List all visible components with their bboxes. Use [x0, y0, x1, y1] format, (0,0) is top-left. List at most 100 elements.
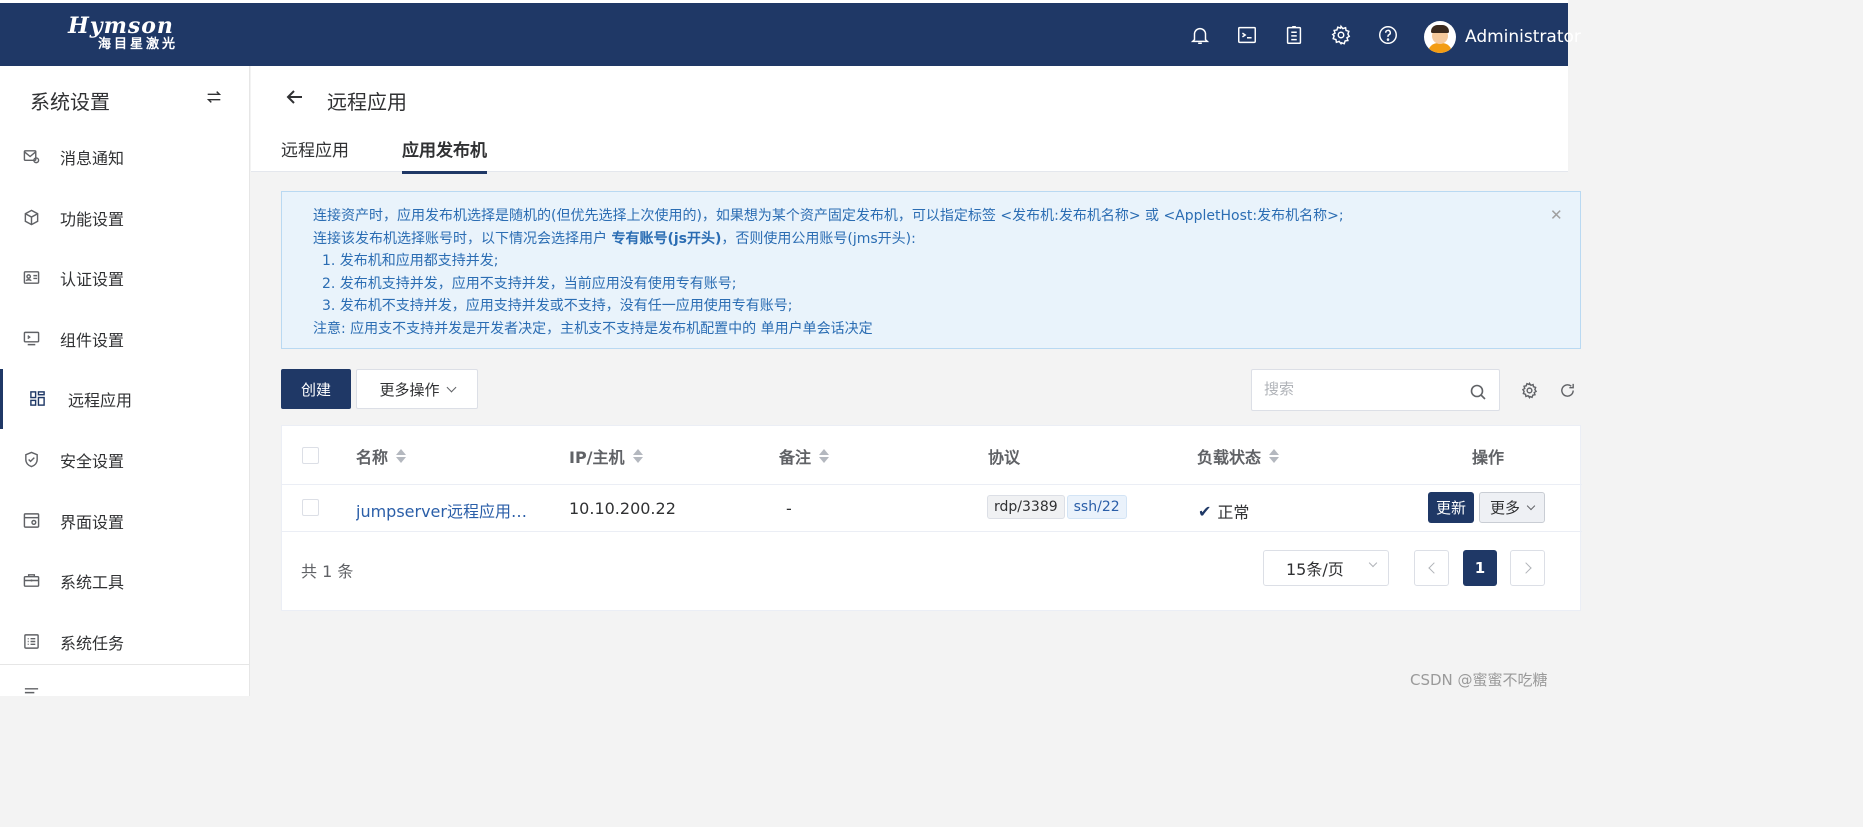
- id-card-icon: [23, 269, 41, 287]
- brand-subtitle: 海目星激光: [98, 37, 179, 52]
- cube-icon: [23, 209, 41, 227]
- sidebar-item-interface[interactable]: 界面设置: [0, 491, 250, 551]
- row-more-button[interactable]: 更多: [1479, 492, 1545, 523]
- chevron-down-icon: [1368, 558, 1378, 568]
- brand-name: Hymson: [68, 13, 174, 39]
- page-title: 远程应用: [327, 90, 407, 114]
- top-navbar: Hymson 海目星激光 Administrator: [0, 0, 1581, 66]
- alert-line-1: 连接资产时，应用发布机选择是随机的(但优先选择上次使用的)，如果想为某个资产固定…: [313, 208, 1344, 224]
- host-ip: 10.10.200.22: [569, 499, 676, 518]
- top-icon-group: [1188, 23, 1400, 47]
- clipboard-list-icon[interactable]: [1282, 23, 1306, 47]
- sidebar-item-tasks[interactable]: 系统任务: [0, 612, 250, 672]
- task-list-icon: [23, 633, 41, 651]
- avatar: [1424, 21, 1456, 53]
- back-arrow-icon[interactable]: [285, 87, 307, 109]
- user-name: Administrator: [1465, 27, 1581, 47]
- sidebar-item-label: 系统任务: [60, 634, 125, 653]
- search-icon[interactable]: [1470, 384, 1486, 400]
- watermark: CSDN @蜜蜜不吃糖: [1410, 671, 1548, 689]
- page-header: 远程应用 远程应用 应用发布机: [251, 66, 1568, 174]
- chevron-down-icon: [446, 382, 456, 392]
- column-header-actions: 操作: [1472, 448, 1505, 467]
- sidebar-item-label: 功能设置: [60, 210, 125, 229]
- table-settings-gear-icon[interactable]: [1521, 381, 1539, 400]
- sidebar-item-label: 远程应用: [68, 391, 133, 410]
- sidebar-item-security[interactable]: 安全设置: [0, 430, 250, 490]
- sidebar-item-label: 安全设置: [60, 452, 125, 471]
- sort-icon[interactable]: [819, 449, 830, 463]
- column-header-protocols: 协议: [988, 448, 1021, 467]
- row-checkbox[interactable]: [302, 499, 319, 516]
- sidebar-title: 系统设置: [30, 90, 110, 114]
- check-icon: ✔: [1198, 501, 1212, 521]
- help-icon[interactable]: [1376, 23, 1400, 47]
- page-number-current[interactable]: 1: [1463, 550, 1497, 586]
- chevron-down-icon: [1526, 501, 1536, 510]
- page-size-select[interactable]: 15条/页: [1263, 550, 1389, 586]
- tab-remote-apps[interactable]: 远程应用: [281, 136, 349, 171]
- terminal-screen-icon: [23, 330, 41, 348]
- sidebar: 系统设置 消息通知 功能设置 认证设置 组件设置 远程应用 安全设置 界面设置 …: [0, 66, 250, 696]
- status-text: 正常: [1217, 503, 1250, 522]
- table-header: 名称 IP/主机 备注 协议 负载状态 操作: [282, 426, 1582, 485]
- list-icon[interactable]: [23, 686, 41, 696]
- protocol-tag: rdp/3389: [987, 495, 1065, 519]
- sort-icon[interactable]: [632, 449, 643, 463]
- tab-applet-hosts[interactable]: 应用发布机: [402, 136, 487, 174]
- update-button[interactable]: 更新: [1428, 492, 1474, 523]
- host-comment: -: [786, 499, 792, 518]
- sidebar-item-remote-apps[interactable]: 远程应用: [0, 369, 250, 429]
- sidebar-item-label: 界面设置: [60, 513, 125, 532]
- sidebar-item-features[interactable]: 功能设置: [0, 188, 250, 248]
- alert-line-3: 1. 发布机和应用都支持并发;: [322, 253, 499, 269]
- shield-check-icon: [23, 451, 41, 469]
- brand-logo[interactable]: Hymson 海目星激光: [68, 15, 178, 53]
- page-size-value: 15条/页: [1286, 560, 1344, 579]
- close-icon[interactable]: ✕: [1550, 206, 1563, 224]
- sort-icon[interactable]: [396, 449, 407, 463]
- protocol-tag: ssh/22: [1066, 495, 1127, 519]
- sidebar-divider: [0, 664, 250, 665]
- sidebar-item-label: 组件设置: [60, 331, 125, 350]
- sidebar-item-label: 认证设置: [60, 270, 125, 289]
- alert-line-5: 3. 发布机不支持并发，应用支持并发或不支持，没有任一应用使用专有账号;: [322, 298, 793, 314]
- create-button[interactable]: 创建: [281, 369, 351, 409]
- info-alert: 连接资产时，应用发布机选择是随机的(但优先选择上次使用的)，如果想为某个资产固定…: [281, 191, 1581, 349]
- sidebar-item-message[interactable]: 消息通知: [0, 127, 250, 187]
- collapse-toggle-icon[interactable]: [205, 88, 225, 108]
- alert-line-4: 2. 发布机支持并发，应用不支持并发，当前应用没有使用专有账号;: [322, 276, 737, 292]
- more-actions-label: 更多操作: [379, 380, 440, 399]
- host-name-link[interactable]: jumpserver远程应用发…: [356, 498, 540, 522]
- chevron-right-icon: [1519, 562, 1532, 574]
- sidebar-item-label: 消息通知: [60, 149, 125, 168]
- select-all-checkbox[interactable]: [302, 447, 319, 464]
- bell-icon[interactable]: [1188, 23, 1212, 47]
- table-row: jumpserver远程应用发… 10.10.200.22 - rdp/3389…: [282, 485, 1582, 532]
- terminal-icon[interactable]: [1235, 23, 1259, 47]
- refresh-icon[interactable]: [1559, 382, 1577, 400]
- total-count: 共 1 条: [301, 562, 354, 581]
- sidebar-item-auth[interactable]: 认证设置: [0, 248, 250, 308]
- gear-icon[interactable]: [1329, 23, 1353, 47]
- chevron-left-icon: [1427, 562, 1440, 574]
- user-menu[interactable]: Administrator: [1424, 21, 1581, 53]
- applet-hosts-table: 名称 IP/主机 备注 协议 负载状态 操作 jumpserver远程应用发… …: [281, 425, 1582, 611]
- sidebar-item-tools[interactable]: 系统工具: [0, 551, 250, 611]
- search-box[interactable]: [1251, 369, 1500, 411]
- next-page-button[interactable]: [1510, 550, 1545, 586]
- protocol-tags: rdp/3389 ssh/22: [987, 495, 1129, 519]
- search-input[interactable]: [1264, 380, 1464, 398]
- row-more-label: 更多: [1489, 499, 1520, 517]
- alert-line-6: 注意: 应用支不支持并发是开发者决定，主机支不支持是发布机配置中的 单用户单会话…: [313, 321, 873, 337]
- column-header-load-status[interactable]: 负载状态: [1197, 444, 1280, 468]
- column-header-comment[interactable]: 备注: [779, 444, 830, 468]
- column-header-ip[interactable]: IP/主机: [569, 444, 643, 468]
- toolbox-icon: [23, 572, 41, 590]
- sidebar-item-components[interactable]: 组件设置: [0, 309, 250, 369]
- more-actions-button[interactable]: 更多操作: [356, 369, 478, 409]
- column-header-name[interactable]: 名称: [356, 444, 407, 468]
- prev-page-button[interactable]: [1414, 550, 1449, 586]
- message-settings-icon: [23, 148, 41, 166]
- sort-icon[interactable]: [1269, 449, 1280, 463]
